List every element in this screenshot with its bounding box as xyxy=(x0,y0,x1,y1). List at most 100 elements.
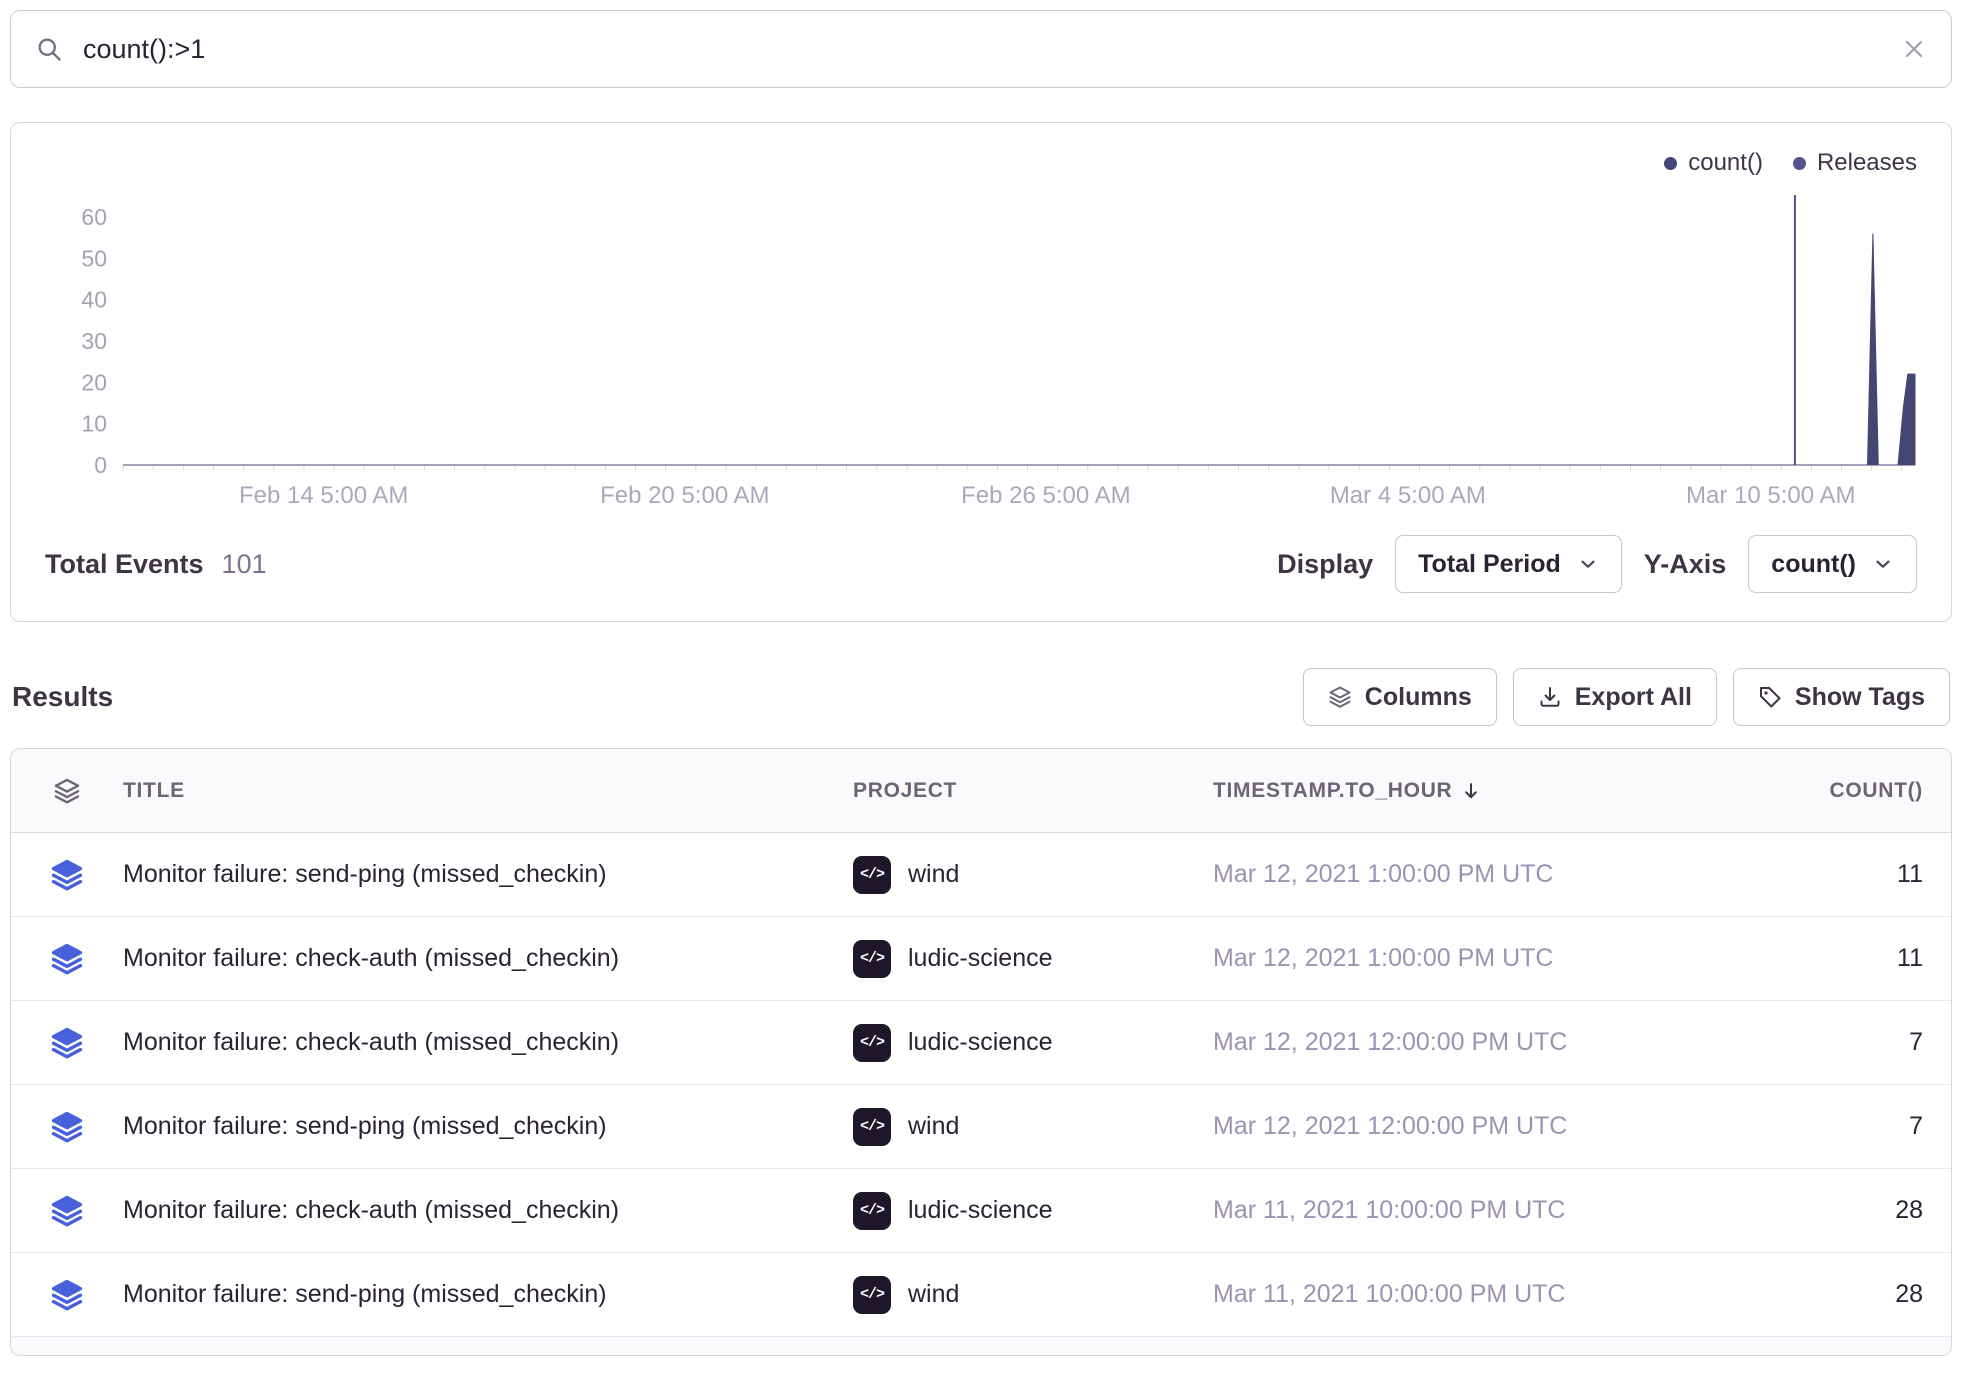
row-timestamp: Mar 11, 2021 10:00:00 PM UTC xyxy=(1213,1280,1779,1309)
row-icon-cell xyxy=(11,1026,123,1060)
legend-item[interactable]: count() xyxy=(1664,149,1763,177)
y-axis-dropdown[interactable]: count() xyxy=(1748,535,1917,593)
svg-text:40: 40 xyxy=(81,287,107,313)
stack-icon xyxy=(50,942,84,976)
results-actions: Columns Export All Show Tags xyxy=(1303,668,1950,726)
export-all-button[interactable]: Export All xyxy=(1513,668,1717,726)
results-heading: Results xyxy=(12,681,113,713)
column-header-project[interactable]: PROJECT xyxy=(853,779,1213,803)
table-header-row: TITLE PROJECT TIMESTAMP.TO_HOUR COUNT() xyxy=(11,749,1951,833)
project-name: wind xyxy=(908,1280,959,1309)
row-icon-cell xyxy=(11,942,123,976)
table-footer xyxy=(11,1337,1951,1355)
svg-text:Feb 26 5:00 AM: Feb 26 5:00 AM xyxy=(961,482,1130,509)
column-header-timestamp-label: TIMESTAMP.TO_HOUR xyxy=(1213,779,1452,803)
row-title[interactable]: Monitor failure: check-auth (missed_chec… xyxy=(123,1196,853,1225)
row-timestamp: Mar 11, 2021 10:00:00 PM UTC xyxy=(1213,1196,1779,1225)
platform-icon: </> xyxy=(853,856,891,894)
row-project: </> wind xyxy=(853,1108,1213,1146)
project-name: ludic-science xyxy=(908,1196,1053,1225)
display-label: Display xyxy=(1277,549,1373,580)
table-body: Monitor failure: send-ping (missed_check… xyxy=(11,833,1951,1337)
row-title[interactable]: Monitor failure: send-ping (missed_check… xyxy=(123,1280,853,1309)
row-project: </> ludic-science xyxy=(853,1192,1213,1230)
results-table: TITLE PROJECT TIMESTAMP.TO_HOUR COUNT() xyxy=(10,748,1952,1356)
chart-panel: count()Releases 0102030405060Feb 14 5:00… xyxy=(10,122,1952,622)
svg-text:Mar 4 5:00 AM: Mar 4 5:00 AM xyxy=(1330,482,1486,509)
legend-item[interactable]: Releases xyxy=(1793,149,1917,177)
show-tags-button-label: Show Tags xyxy=(1795,683,1925,712)
row-project: </> ludic-science xyxy=(853,1024,1213,1062)
svg-text:10: 10 xyxy=(81,411,107,437)
row-project: </> wind xyxy=(853,1276,1213,1314)
legend-label: count() xyxy=(1688,149,1763,177)
project-name: wind xyxy=(908,860,959,889)
show-tags-button[interactable]: Show Tags xyxy=(1733,668,1950,726)
column-header-title[interactable]: TITLE xyxy=(123,779,853,803)
row-timestamp: Mar 12, 2021 1:00:00 PM UTC xyxy=(1213,944,1779,973)
svg-text:Mar 10 5:00 AM: Mar 10 5:00 AM xyxy=(1686,482,1855,509)
search-input[interactable] xyxy=(83,34,1881,65)
project-name: ludic-science xyxy=(908,1028,1053,1057)
platform-icon: </> xyxy=(853,1192,891,1230)
tag-icon xyxy=(1758,685,1782,709)
column-header-count[interactable]: COUNT() xyxy=(1779,779,1951,803)
columns-button[interactable]: Columns xyxy=(1303,668,1497,726)
svg-text:0: 0 xyxy=(94,452,107,478)
row-project: </> ludic-science xyxy=(853,940,1213,978)
table-row[interactable]: Monitor failure: send-ping (missed_check… xyxy=(11,1253,1951,1337)
legend-dot-icon xyxy=(1793,157,1806,170)
total-events-value: 101 xyxy=(222,549,267,580)
sort-desc-arrow-icon xyxy=(1460,780,1482,802)
row-icon-cell xyxy=(11,1278,123,1312)
row-count: 28 xyxy=(1779,1196,1951,1225)
row-icon-cell xyxy=(11,1194,123,1228)
download-icon xyxy=(1538,685,1562,709)
legend-dot-icon xyxy=(1664,157,1677,170)
svg-text:60: 60 xyxy=(81,204,107,230)
project-name: ludic-science xyxy=(908,944,1053,973)
stack-icon xyxy=(50,858,84,892)
results-header: Results Columns Export All xyxy=(12,668,1950,726)
row-count: 11 xyxy=(1779,860,1951,889)
table-row[interactable]: Monitor failure: send-ping (missed_check… xyxy=(11,1085,1951,1169)
svg-text:Feb 14 5:00 AM: Feb 14 5:00 AM xyxy=(239,482,408,509)
platform-icon: </> xyxy=(853,1108,891,1146)
platform-icon: </> xyxy=(853,940,891,978)
platform-icon: </> xyxy=(853,1276,891,1314)
row-count: 7 xyxy=(1779,1028,1951,1057)
chevron-down-icon xyxy=(1872,553,1894,575)
search-icon xyxy=(35,35,63,63)
chart-legend: count() Releases xyxy=(39,145,1923,181)
display-dropdown[interactable]: Total Period xyxy=(1395,535,1622,593)
row-title[interactable]: Monitor failure: check-auth (missed_chec… xyxy=(123,944,853,973)
row-title[interactable]: Monitor failure: check-auth (missed_chec… xyxy=(123,1028,853,1057)
row-count: 7 xyxy=(1779,1112,1951,1141)
row-title[interactable]: Monitor failure: send-ping (missed_check… xyxy=(123,860,853,889)
clear-search-icon[interactable] xyxy=(1901,36,1927,62)
total-events-label: Total Events xyxy=(45,549,204,580)
columns-button-label: Columns xyxy=(1365,683,1472,712)
column-header-timestamp[interactable]: TIMESTAMP.TO_HOUR xyxy=(1213,779,1779,803)
table-row[interactable]: Monitor failure: check-auth (missed_chec… xyxy=(11,917,1951,1001)
search-bar xyxy=(10,10,1952,88)
stack-icon xyxy=(50,1278,84,1312)
total-events: Total Events 101 xyxy=(45,549,267,580)
stack-icon xyxy=(50,1110,84,1144)
svg-text:20: 20 xyxy=(81,369,107,395)
table-row[interactable]: Monitor failure: check-auth (missed_chec… xyxy=(11,1169,1951,1253)
chevron-down-icon xyxy=(1577,553,1599,575)
table-row[interactable]: Monitor failure: send-ping (missed_check… xyxy=(11,833,1951,917)
row-title[interactable]: Monitor failure: send-ping (missed_check… xyxy=(123,1112,853,1141)
table-row[interactable]: Monitor failure: check-auth (missed_chec… xyxy=(11,1001,1951,1085)
platform-icon: </> xyxy=(853,1024,891,1062)
row-project: </> wind xyxy=(853,856,1213,894)
display-dropdown-value: Total Period xyxy=(1418,550,1561,579)
discover-page: count()Releases 0102030405060Feb 14 5:00… xyxy=(0,0,1962,1366)
row-icon-cell xyxy=(11,858,123,892)
legend-label: Releases xyxy=(1817,149,1917,177)
row-timestamp: Mar 12, 2021 12:00:00 PM UTC xyxy=(1213,1112,1779,1141)
y-axis-label: Y-Axis xyxy=(1644,549,1727,580)
chart-svg: 0102030405060Feb 14 5:00 AMFeb 20 5:00 A… xyxy=(39,181,1923,515)
row-count: 28 xyxy=(1779,1280,1951,1309)
